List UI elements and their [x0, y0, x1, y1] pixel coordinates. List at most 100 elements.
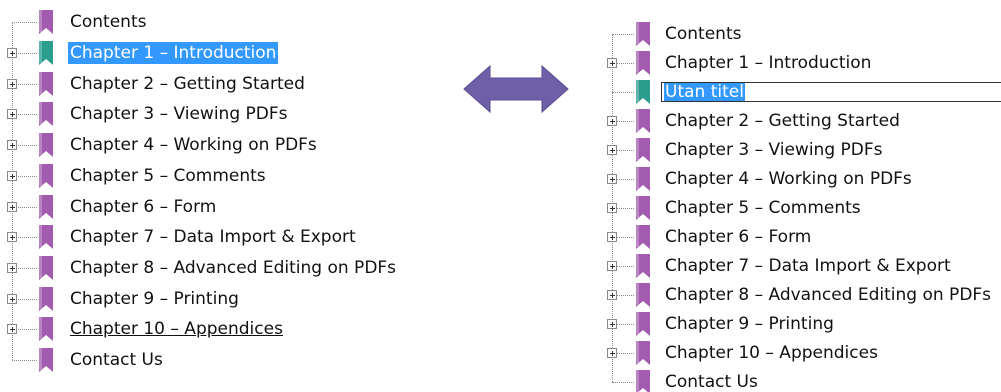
bookmark-item[interactable]: Contents [0, 7, 460, 38]
expand-plus-icon[interactable] [7, 78, 17, 89]
bookmark-icon [636, 340, 650, 365]
bookmark-label: Chapter 4 – Working on PDFs [70, 135, 317, 156]
expand-plus-icon[interactable] [7, 170, 17, 181]
bookmark-icon [39, 71, 53, 96]
bookmark-item[interactable]: Chapter 4 – Working on PDFs [590, 164, 1001, 193]
bookmark-label: Contents [70, 12, 147, 33]
bookmark-item[interactable]: Chapter 3 – Viewing PDFs [590, 135, 1001, 164]
right-bookmark-tree: Contents Chapter 1 – Introduction Utan tit… [590, 0, 1001, 392]
bookmark-label: Chapter 2 – Getting Started [665, 110, 900, 131]
bookmark-item[interactable]: Chapter 5 – Comments [590, 193, 1001, 222]
bookmark-icon [39, 133, 53, 158]
bookmark-item[interactable]: Chapter 10 – Appendices [590, 338, 1001, 367]
tree-branch-line [612, 91, 634, 93]
bookmark-item[interactable]: Chapter 1 – Introduction [0, 38, 460, 69]
bookmark-label: Chapter 7 – Data Import & Export [665, 255, 951, 276]
bookmark-label: Chapter 3 – Viewing PDFs [665, 139, 883, 160]
expand-plus-icon[interactable] [7, 232, 17, 243]
bookmark-label: Chapter 8 – Advanced Editing on PDFs [70, 257, 397, 278]
bookmark-item[interactable]: Contents [590, 19, 1001, 48]
bookmark-item[interactable]: Chapter 4 – Working on PDFs [0, 130, 460, 161]
bookmark-icon [39, 41, 53, 66]
expand-plus-icon[interactable] [607, 115, 617, 126]
bookmark-item[interactable]: Chapter 7 – Data Import & Export [590, 251, 1001, 280]
expand-plus-icon[interactable] [607, 318, 617, 329]
bookmark-label: Contact Us [70, 350, 163, 371]
bookmark-item[interactable]: Chapter 7 – Data Import & Export [0, 222, 460, 253]
expand-plus-icon[interactable] [607, 347, 617, 358]
expand-plus-icon[interactable] [7, 324, 17, 335]
bookmark-title-input[interactable]: Utan titel [661, 81, 1001, 102]
bookmark-item[interactable]: Chapter 8 – Advanced Editing on PDFs [0, 253, 460, 284]
double-arrow-icon [463, 64, 569, 114]
bookmark-item[interactable]: Chapter 2 – Getting Started [0, 68, 460, 99]
bookmark-item[interactable]: Chapter 6 – Form [590, 222, 1001, 251]
bookmark-icon [636, 108, 650, 133]
bookmark-label: Chapter 6 – Form [70, 196, 217, 217]
bookmark-label: Chapter 1 – Introduction [68, 42, 279, 65]
bookmark-item[interactable]: Chapter 1 – Introduction [590, 48, 1001, 77]
bookmark-label: Chapter 2 – Getting Started [70, 73, 305, 94]
bookmark-item[interactable]: Utan titel [590, 77, 1001, 106]
bookmark-label: Chapter 1 – Introduction [665, 52, 872, 73]
expand-plus-icon[interactable] [607, 289, 617, 300]
bookmark-label: Chapter 10 – Appendices [665, 342, 878, 363]
bookmark-icon [39, 10, 53, 35]
bookmark-icon [39, 225, 53, 250]
bookmark-icon [39, 255, 53, 280]
bookmark-icon [636, 282, 650, 307]
bookmark-icon [636, 224, 650, 249]
bookmark-label: Chapter 8 – Advanced Editing on PDFs [665, 284, 992, 305]
bookmark-label: Chapter 3 – Viewing PDFs [70, 104, 288, 125]
bookmark-item[interactable]: Chapter 2 – Getting Started [590, 106, 1001, 135]
expand-plus-icon[interactable] [607, 260, 617, 271]
bookmark-title-input-value: Utan titel [664, 81, 745, 102]
expand-plus-icon[interactable] [7, 140, 17, 151]
bookmark-item[interactable]: Chapter 10 – Appendices [0, 314, 460, 345]
bookmark-label: Chapter 5 – Comments [70, 165, 266, 186]
expand-plus-icon[interactable] [7, 262, 17, 273]
bookmark-label: Contact Us [665, 371, 758, 392]
bookmark-label: Chapter 7 – Data Import & Export [70, 227, 356, 248]
bookmark-icon [636, 137, 650, 162]
bookmark-label: Chapter 6 – Form [665, 226, 812, 247]
bookmark-label: Chapter 9 – Printing [665, 313, 834, 334]
bookmark-item[interactable]: Contact Us [590, 367, 1001, 392]
bookmark-icon [636, 21, 650, 46]
bookmark-icon [39, 286, 53, 311]
tree-branch-line [612, 381, 634, 383]
bookmark-icon [636, 369, 650, 392]
double-arrow-shape [463, 64, 569, 114]
bookmark-icon [39, 317, 53, 342]
expand-plus-icon[interactable] [7, 293, 17, 304]
bookmark-item[interactable]: Chapter 3 – Viewing PDFs [0, 99, 460, 130]
bookmark-label: Chapter 10 – Appendices [70, 319, 283, 340]
bookmark-item[interactable]: Chapter 8 – Advanced Editing on PDFs [590, 280, 1001, 309]
bookmark-icon [636, 79, 650, 104]
bookmark-label: Chapter 5 – Comments [665, 197, 861, 218]
tree-branch-line [12, 360, 37, 362]
tree-branch-line [12, 22, 37, 24]
bookmark-item[interactable]: Chapter 9 – Printing [0, 283, 460, 314]
expand-plus-icon[interactable] [607, 57, 617, 68]
bookmark-label: Contents [665, 23, 742, 44]
bookmark-item[interactable]: Chapter 5 – Comments [0, 161, 460, 192]
bookmark-item[interactable]: Contact Us [0, 345, 460, 376]
bookmark-icon [39, 194, 53, 219]
bookmark-icon [636, 253, 650, 278]
expand-plus-icon[interactable] [607, 144, 617, 155]
expand-plus-icon[interactable] [607, 202, 617, 213]
expand-plus-icon[interactable] [607, 173, 617, 184]
expand-plus-icon[interactable] [607, 231, 617, 242]
bookmark-icon [636, 166, 650, 191]
bookmark-item[interactable]: Chapter 6 – Form [0, 191, 460, 222]
bookmark-label: Chapter 4 – Working on PDFs [665, 168, 912, 189]
left-bookmark-tree: Contents Chapter 1 – Introduction Chapter … [0, 0, 460, 392]
expand-plus-icon[interactable] [7, 201, 17, 212]
bookmark-item[interactable]: Chapter 9 – Printing [590, 309, 1001, 338]
expand-plus-icon[interactable] [7, 109, 17, 120]
bookmark-label: Chapter 9 – Printing [70, 288, 239, 309]
bookmark-icon [636, 311, 650, 336]
expand-plus-icon[interactable] [7, 48, 17, 59]
tree-branch-line [612, 33, 634, 35]
